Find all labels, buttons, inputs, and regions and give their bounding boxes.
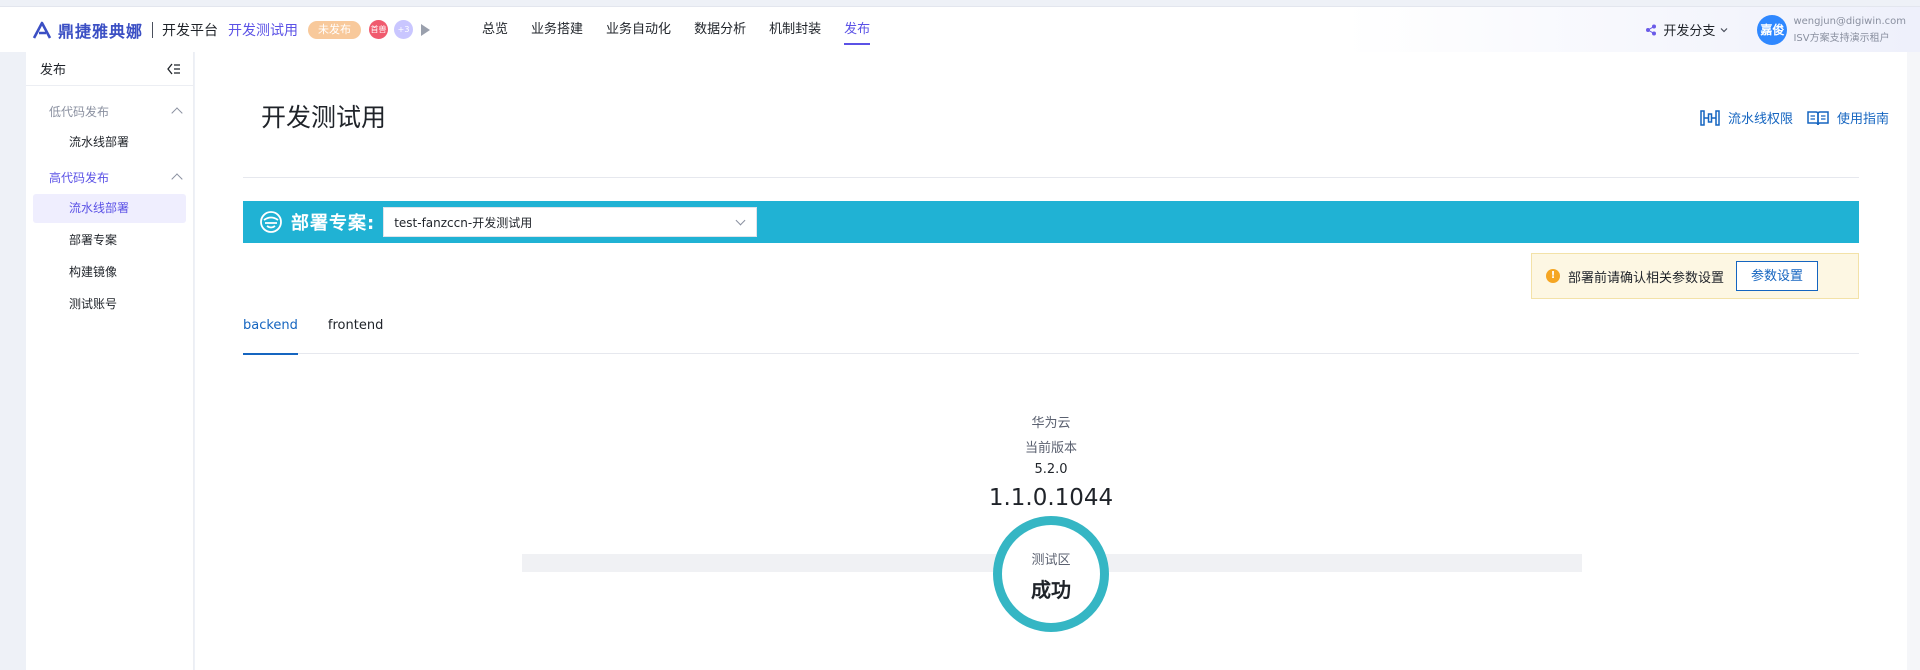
stage-name: 测试区	[1031, 553, 1071, 568]
chevron-down-icon	[1721, 27, 1728, 32]
chevron-up-icon	[171, 107, 183, 119]
collapse-sidebar-icon[interactable]	[167, 63, 181, 75]
chevron-up-icon	[171, 173, 183, 185]
platform-name: 开发平台	[162, 22, 219, 39]
sidebar-item-high-code-pipeline[interactable]: 流水线部署	[33, 194, 186, 223]
pipeline-permission-label: 流水线权限	[1727, 112, 1793, 127]
page-links: 流水线权限 使用指南	[1686, 108, 1889, 127]
deploy-project-icon	[260, 211, 282, 233]
app-name[interactable]: 开发测试用	[228, 20, 298, 40]
cloud-provider: 华为云	[1031, 416, 1071, 431]
brand-logo-icon	[32, 21, 52, 39]
current-version-label: 当前版本	[1024, 441, 1077, 456]
header-right: 开发分支 嘉俊 wengjun@digiwin.com ISV方案支持演示租户	[1645, 14, 1906, 45]
stage-status: 成功	[1031, 578, 1071, 602]
service-tabs: backend frontend	[243, 312, 1859, 355]
sidebar-item-build-image[interactable]: 构建镜像	[33, 258, 186, 287]
nav-data-analysis[interactable]: 数据分析	[694, 7, 746, 53]
sidebar-item-low-code-pipeline[interactable]: 流水线部署	[33, 128, 186, 157]
chevron-down-icon	[735, 215, 746, 225]
title-divider	[243, 177, 1859, 178]
sidebar-item-test-account[interactable]: 测试账号	[33, 290, 186, 319]
user-info[interactable]: wengjun@digiwin.com ISV方案支持演示租户	[1793, 16, 1906, 44]
share-branch-icon	[1646, 24, 1657, 35]
nav-mechanism-package[interactable]: 机制封装	[769, 7, 821, 53]
nav-business-build[interactable]: 业务搭建	[531, 7, 583, 53]
header-separator	[152, 21, 154, 38]
branch-label: 开发分支	[1663, 24, 1716, 39]
nav-overview[interactable]: 总览	[482, 7, 508, 53]
more-collaborators-avatar[interactable]: +3	[394, 20, 414, 39]
deploy-project-bar: 部署专案: test-fanzccn-开发测试用	[243, 201, 1859, 243]
param-notice: ! 部署前请确认相关参数设置 参数设置	[1531, 253, 1859, 299]
stage-node-test[interactable]: 测试区 成功	[993, 516, 1109, 632]
sidebar-title: 发布	[40, 63, 67, 78]
group-label: 高代码发布	[49, 170, 110, 185]
nav-business-automation[interactable]: 业务自动化	[606, 7, 671, 53]
deploy-project-select[interactable]: test-fanzccn-开发测试用	[383, 207, 758, 237]
warning-icon: !	[1546, 269, 1560, 283]
collaborator-avatar[interactable]: 首兽	[369, 20, 389, 39]
book-icon	[1807, 110, 1829, 125]
user-email: wengjun@digiwin.com	[1793, 15, 1906, 27]
main-content: 开发测试用 流水线权限 使用指南 部署专案: test-fanzccn-开发测试…	[195, 52, 1907, 670]
tab-frontend[interactable]: frontend	[328, 312, 383, 354]
environment-info: 华为云 当前版本 5.2.0 1.1.0.1044	[195, 412, 1907, 511]
sidebar-item-deploy-project[interactable]: 部署专案	[33, 226, 186, 255]
group-label: 低代码发布	[49, 104, 110, 119]
sidebar-header: 发布	[26, 52, 193, 86]
brand[interactable]: 鼎捷雅典娜	[32, 18, 143, 42]
play-icon[interactable]	[421, 23, 431, 36]
user-tenant: ISV方案支持演示租户	[1793, 32, 1890, 44]
page-scrollbar[interactable]	[1907, 52, 1920, 670]
tab-backend[interactable]: backend	[243, 312, 298, 355]
group-low-code-publish[interactable]: 低代码发布	[26, 94, 193, 128]
brand-name: 鼎捷雅典娜	[58, 21, 144, 41]
branch-selector[interactable]: 开发分支	[1645, 20, 1735, 39]
page-title: 开发测试用	[261, 103, 387, 132]
user-guide-label: 使用指南	[1836, 112, 1889, 127]
sidebar: 发布 低代码发布 流水线部署 高代码发布 流水线部署 部署专案 构建镜像 测试账…	[26, 52, 194, 670]
notice-text: 部署前请确认相关参数设置	[1568, 270, 1725, 286]
deploy-project-label: 部署专案:	[291, 213, 376, 234]
current-version: 5.2.0	[1034, 462, 1068, 477]
top-header: 鼎捷雅典娜 开发平台 开发测试用 未发布 首兽 +3 总览 业务搭建 业务自动化…	[0, 6, 1920, 52]
param-settings-button[interactable]: 参数设置	[1736, 261, 1819, 291]
build-version: 1.1.0.1044	[988, 485, 1114, 511]
user-avatar[interactable]: 嘉俊	[1757, 14, 1788, 45]
user-guide-link[interactable]: 使用指南	[1807, 108, 1889, 127]
group-high-code-publish[interactable]: 高代码发布	[26, 160, 193, 194]
pipeline-settings-icon	[1700, 109, 1720, 126]
nav-publish[interactable]: 发布	[844, 7, 871, 53]
pipeline-permission-link[interactable]: 流水线权限	[1700, 108, 1793, 127]
publish-status-badge: 未发布	[308, 20, 362, 39]
deploy-project-value: test-fanzccn-开发测试用	[394, 215, 533, 230]
main-nav: 总览 业务搭建 业务自动化 数据分析 机制封装 发布	[482, 7, 893, 53]
